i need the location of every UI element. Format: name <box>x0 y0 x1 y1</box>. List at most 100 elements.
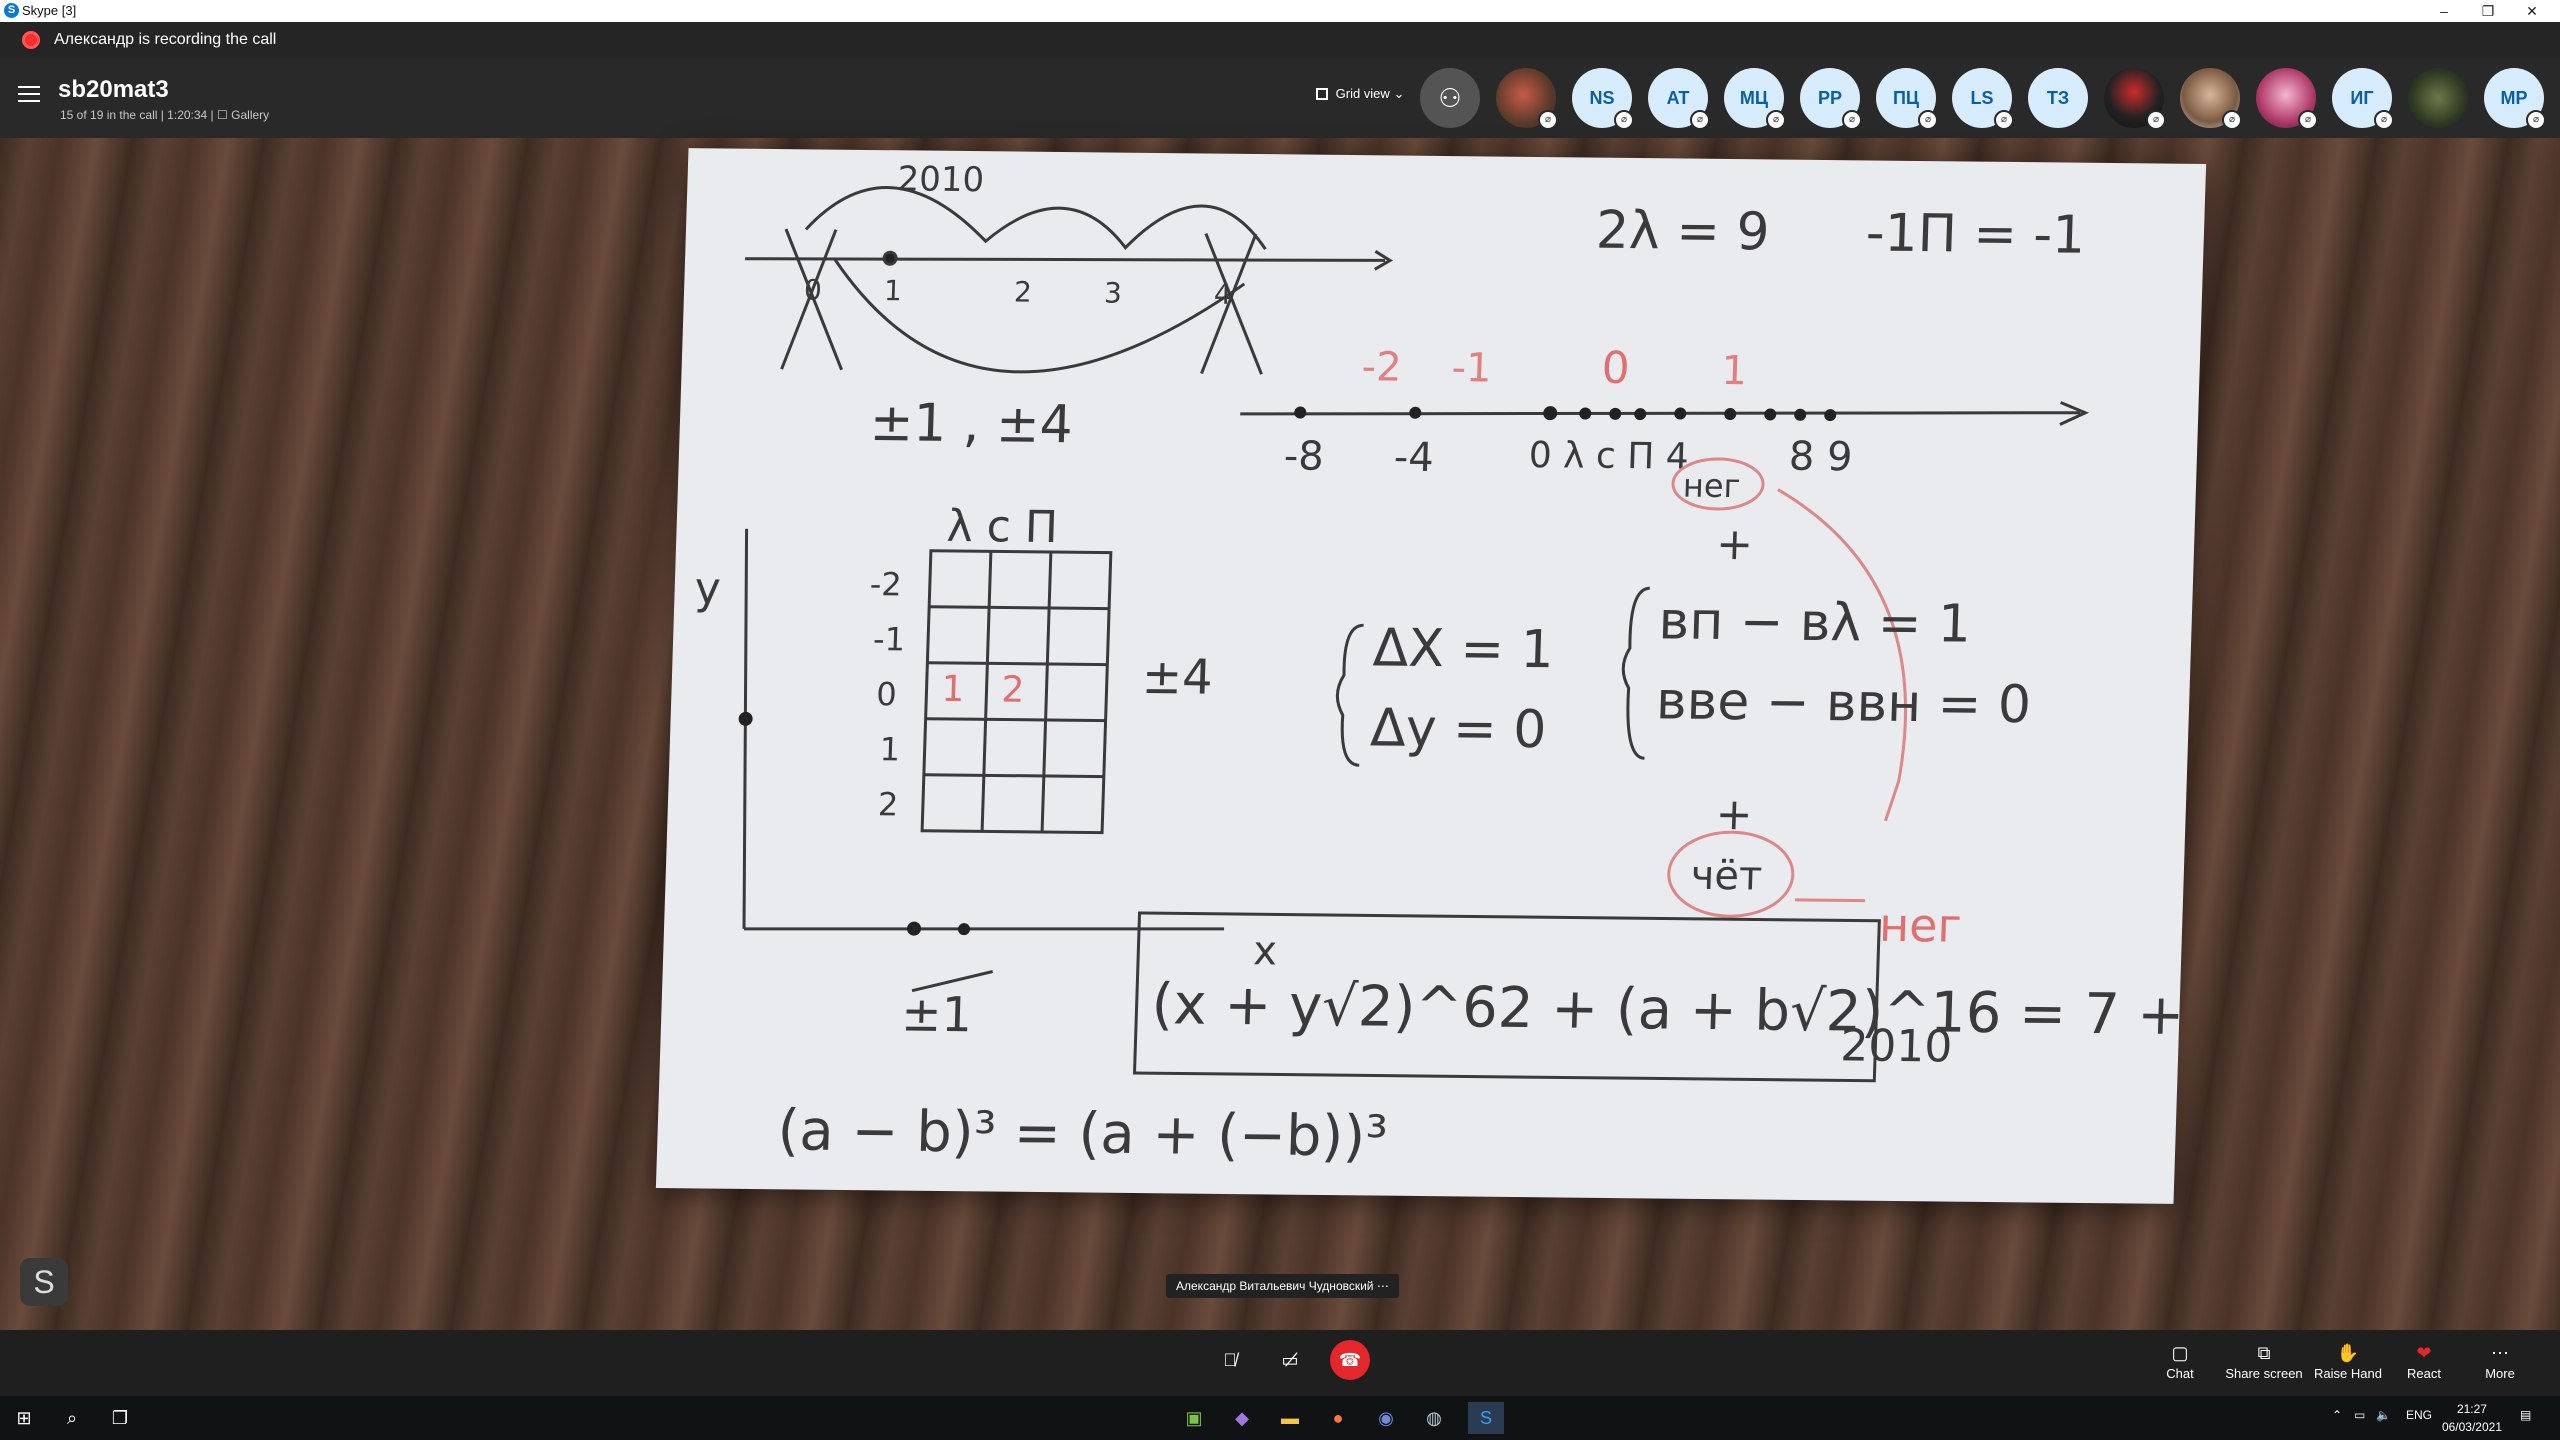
row-label: -2 <box>869 565 902 603</box>
search-icon: ⌕ <box>66 1408 78 1428</box>
minimize-button[interactable]: – <box>2422 0 2466 22</box>
grid-view-toggle[interactable]: Grid view ⌄ <box>1316 86 1404 102</box>
mute-icon: ⌀ <box>1766 110 1786 130</box>
task-view-button[interactable]: ❐ <box>102 1402 138 1434</box>
sys2b: вве − ввн = 0 <box>1655 671 2032 735</box>
tray-chevron-icon[interactable]: ⌃ <box>2332 1408 2342 1422</box>
video-stage: 2010 0 1 2 3 4 2λ = 9 -1П = -1 ±1 , ±4 -… <box>0 138 2560 1330</box>
recording-banner: Александр is recording the call <box>0 22 2560 58</box>
participant-avatar[interactable]: ⌀ <box>2180 68 2242 130</box>
taskbar-app[interactable]: ● <box>1320 1402 1356 1434</box>
participant-avatar[interactable]: PP ⌀ <box>1800 68 1862 130</box>
heart-icon: ❤ <box>2416 1343 2432 1363</box>
curve-arrow <box>1777 488 1908 822</box>
participant-avatar[interactable]: ТЗ <box>2028 68 2088 128</box>
discord-icon: ◉ <box>1378 1408 1394 1428</box>
taskbar-app[interactable]: ◆ <box>1224 1402 1260 1434</box>
task-view-icon: ❐ <box>111 1408 129 1428</box>
volume-icon[interactable]: 🔈 <box>2376 1408 2391 1422</box>
number-line-2 <box>1240 411 2081 416</box>
more-options-icon[interactable]: ⋯ <box>1377 1279 1389 1293</box>
num-bottom: 0 λ с П 4 <box>1528 435 1689 478</box>
mute-icon: ⌀ <box>2222 110 2242 130</box>
call-controls: 🎙̸ ▭̸ ☎ ▢ Chat ⧉ Share screen ✋ Raise Hand … <box>0 1330 2560 1396</box>
brace <box>1335 623 1364 767</box>
tick-label: 3 <box>1103 276 1122 309</box>
share-screen-button[interactable]: ⧉ Share screen <box>2224 1340 2304 1381</box>
taskbar-app[interactable]: S <box>1468 1402 1504 1434</box>
image-app-icon: ▣ <box>1185 1408 1203 1428</box>
participant-avatar[interactable] <box>2408 68 2468 128</box>
participant-avatar[interactable]: МЦ ⌀ <box>1724 68 1786 130</box>
neg-label: нег <box>1682 467 1741 506</box>
participant-avatar[interactable]: MP ⌀ <box>2484 68 2546 130</box>
participant-avatar[interactable]: ⌀ <box>2256 68 2318 130</box>
eq-1p: -1П = -1 <box>1865 203 2086 265</box>
mute-icon: ⌀ <box>1614 110 1634 130</box>
y-axis <box>742 528 749 929</box>
call-header: sb20mat3 15 of 19 in the call | 1:20:34 … <box>0 58 2560 138</box>
cross-out <box>1204 232 1263 375</box>
recording-text: Александр is recording the call <box>54 31 277 48</box>
mute-icon: ⌀ <box>1994 110 2014 130</box>
menu-icon[interactable] <box>18 86 40 104</box>
chat-button[interactable]: ▢ Chat <box>2140 1340 2220 1381</box>
share-label: Share screen <box>2225 1366 2303 1381</box>
x-label: x <box>1253 928 1278 974</box>
num-bottom: -4 <box>1393 435 1434 481</box>
raise-hand-button[interactable]: ✋ Raise Hand <box>2308 1340 2388 1381</box>
mute-icon: ⌀ <box>2526 110 2546 130</box>
mic-toggle-button[interactable]: 🎙̸ <box>1210 1340 1250 1380</box>
x-axis <box>743 927 1225 931</box>
participant-avatar[interactable]: ⌀ <box>2104 68 2166 130</box>
tick-label: 2 <box>1014 276 1033 309</box>
speaker-name-tag[interactable]: Александр Витальевич Чудновский ⋯ <box>1166 1274 1399 1298</box>
mute-icon: ⌀ <box>1538 110 1558 130</box>
y-label: y <box>694 563 722 614</box>
mute-icon: ⌀ <box>1918 110 1938 130</box>
clock[interactable]: 21:27 06/03/2021 <box>2442 1400 2502 1436</box>
pm4-label: ±4 <box>1141 649 1213 706</box>
camera-off-icon: ▭̸ <box>1281 1350 1299 1370</box>
hang-up-button[interactable]: ☎ <box>1330 1340 1370 1380</box>
whiteboard-sketch: 2010 0 1 2 3 4 2λ = 9 -1П = -1 ±1 , ±4 -… <box>694 159 2206 1169</box>
participant-avatar[interactable]: NS ⌀ <box>1572 68 1634 130</box>
start-button[interactable]: ⊞ <box>6 1402 42 1434</box>
more-button[interactable]: ⋯ More <box>2460 1340 2540 1381</box>
taskbar-app[interactable]: ▣ <box>1176 1402 1212 1434</box>
camera-toggle-button[interactable]: ▭̸ <box>1270 1340 1310 1380</box>
axis-point <box>907 921 922 936</box>
windows-icon: ⊞ <box>16 1408 32 1428</box>
mute-icon: ⌀ <box>2298 110 2318 130</box>
taskbar-app[interactable]: ◉ <box>1368 1402 1404 1434</box>
participant-avatar[interactable]: ⌀ <box>1496 68 1558 130</box>
more-icon: ⋯ <box>2491 1343 2509 1363</box>
search-button[interactable]: ⌕ <box>54 1402 90 1434</box>
mute-icon: ⌀ <box>1690 110 1710 130</box>
num-top: -2 <box>1361 344 1402 390</box>
taskbar-app[interactable]: ◍ <box>1416 1402 1452 1434</box>
restore-button[interactable]: ❐ <box>2466 0 2510 22</box>
tick-label: 0 <box>804 273 823 306</box>
add-participant-button[interactable]: ⚇ <box>1420 68 1480 128</box>
table-head: λ с П <box>946 501 1059 553</box>
participant-avatar[interactable]: LS ⌀ <box>1952 68 2014 130</box>
gallery-label[interactable]: Gallery <box>231 108 269 122</box>
folder-icon: ▬ <box>1281 1408 1299 1428</box>
sys1a: ΔX = 1 <box>1372 618 1555 680</box>
taskbar-app[interactable]: ▬ <box>1272 1402 1308 1434</box>
visual-studio-icon: ◆ <box>1235 1408 1249 1428</box>
react-button[interactable]: ❤ React <box>2384 1340 2464 1381</box>
close-button[interactable]: ✕ <box>2510 0 2554 22</box>
participant-avatar[interactable]: ПЦ ⌀ <box>1876 68 1938 130</box>
participant-avatar[interactable]: AT ⌀ <box>1648 68 1710 130</box>
participant-avatar[interactable]: ИГ ⌀ <box>2332 68 2394 130</box>
num-top: -1 <box>1451 345 1492 391</box>
chat-label: Chat <box>2166 1366 2194 1381</box>
network-icon[interactable]: ▭ <box>2354 1408 2365 1422</box>
row-label: 0 <box>876 675 898 713</box>
notifications-icon[interactable]: ▤ <box>2520 1408 2531 1422</box>
language-indicator[interactable]: ENG <box>2406 1408 2432 1422</box>
sys2a: вп − вλ = 1 <box>1658 591 1972 654</box>
windows-taskbar: ⊞ ⌕ ❐ ▣ ◆ ▬ ● ◉ ◍ S ⌃ ▭ 🔈 ENG 21:27 06/0… <box>0 1396 2560 1440</box>
